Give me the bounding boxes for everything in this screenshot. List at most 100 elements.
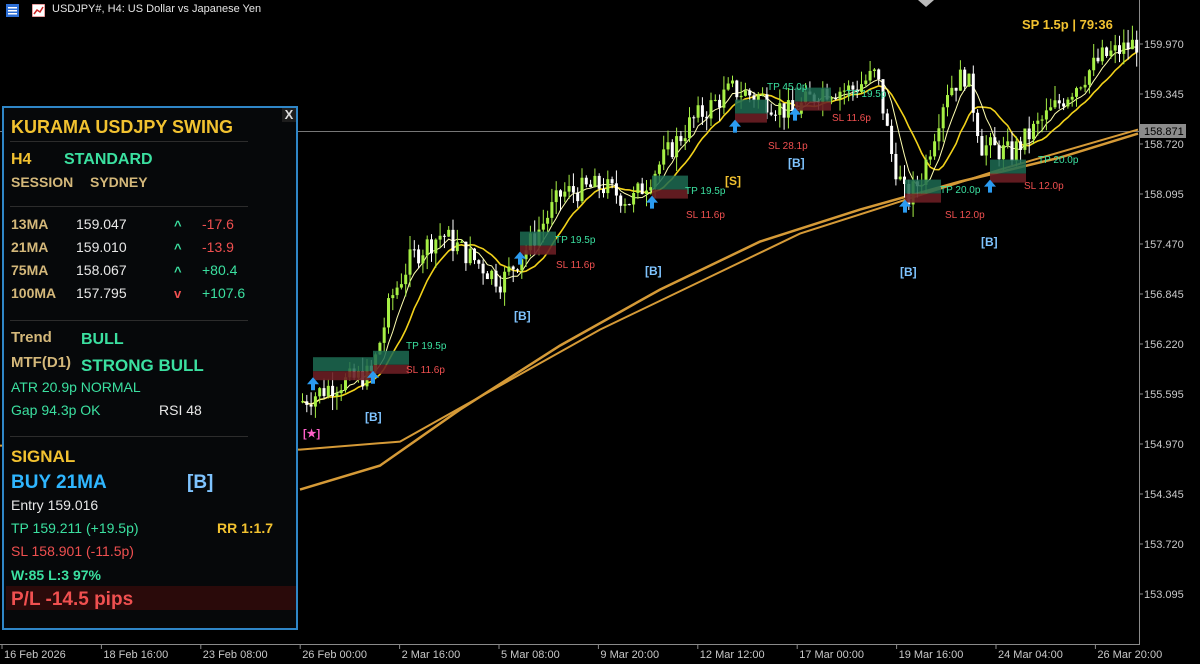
tp-zone (735, 99, 767, 114)
candle-body (1087, 70, 1091, 85)
candle-body (683, 138, 687, 142)
panel-title: KURAMA USDJPY SWING (11, 117, 234, 137)
candle-body (606, 179, 610, 194)
time-tick-label: 26 Mar 20:00 (1097, 649, 1162, 661)
candle-body (503, 271, 507, 293)
candle-body (490, 270, 494, 280)
candle-body (571, 186, 575, 193)
candle-body (954, 87, 958, 91)
candle-body (722, 89, 726, 108)
candle-body (636, 183, 640, 194)
candle-body (301, 401, 304, 403)
candle-body (399, 284, 403, 288)
win-loss-stats: W:85 L:3 97% (11, 567, 101, 583)
candle-body (649, 187, 653, 191)
tp-label: TP 19.5p (555, 235, 596, 246)
sl-zone (735, 113, 767, 123)
sl-label: SL 11.6p (832, 113, 871, 124)
candle-body (1100, 47, 1104, 62)
price-tick-label: 158.095 (1144, 189, 1184, 201)
sl-label: SL 11.6p (406, 365, 445, 376)
sl-label: SL 12.0p (945, 210, 985, 221)
atr-readout: ATR 20.9p NORMAL (11, 379, 141, 395)
candle-body (1036, 120, 1040, 124)
candle-body (864, 80, 868, 85)
candle-body (692, 117, 696, 119)
candle-body (640, 183, 644, 194)
candle-body (645, 190, 648, 194)
candle-body (1075, 88, 1078, 97)
candle-body (1062, 103, 1066, 107)
candle-body (769, 112, 773, 115)
candle-body (868, 70, 872, 81)
ma-value-100: 157.795 (76, 285, 127, 301)
tp-zone (652, 175, 688, 190)
candle-body (675, 136, 679, 158)
ma-delta-21: -13.9 (202, 239, 234, 255)
candle-body (430, 239, 433, 254)
candle-body (498, 286, 502, 293)
chart-window-icon[interactable] (31, 3, 46, 18)
ma-arrow-up-icon: ^ (174, 264, 182, 279)
candle-body (451, 229, 455, 252)
candle-body (619, 195, 623, 206)
candle-body (1096, 57, 1100, 62)
candle-body (421, 255, 425, 264)
price-tick-label: 158.720 (1144, 139, 1184, 151)
candle-body (559, 190, 562, 197)
candle-body (838, 91, 842, 99)
candle-body (1049, 107, 1053, 111)
candle-body (632, 193, 636, 205)
candle-body (395, 287, 399, 296)
candle-body (460, 241, 464, 243)
signal-tag-mark: [B] (981, 235, 998, 249)
chart-menu-icon[interactable] (6, 4, 19, 17)
price-tick-label: 159.345 (1144, 89, 1184, 101)
candle-body (541, 223, 545, 230)
candle-body (958, 69, 962, 91)
price-tick-label: 153.720 (1144, 539, 1184, 551)
mtf-label: MTF(D1) (11, 354, 71, 371)
tp-label: TP 20.0p (1038, 155, 1079, 166)
candle-body (464, 241, 468, 264)
price-tick-label: 157.470 (1144, 239, 1184, 251)
ma-delta-13: -17.6 (202, 216, 234, 232)
candle-body (1066, 99, 1070, 107)
candle-body (1118, 45, 1121, 54)
candle-body (700, 105, 704, 117)
risk-reward: RR 1:1.7 (217, 520, 274, 536)
ma-arrow-up-icon: ^ (174, 241, 182, 256)
ma-delta-100: +107.6 (202, 285, 246, 301)
sl-label: SL 11.6p (686, 210, 725, 221)
sl-price: SL 158.901 (-11.5p) (11, 543, 134, 559)
candle-body (1122, 42, 1126, 54)
candle-body (1105, 47, 1109, 56)
time-tick-label: 18 Feb 16:00 (103, 649, 168, 661)
candle-body (834, 98, 838, 100)
sl-zone (990, 173, 1026, 183)
candle-body (477, 260, 481, 264)
candle-body (1040, 119, 1044, 121)
ma-value-21: 159.010 (76, 239, 127, 255)
candle-body (743, 90, 747, 96)
sl-zone (795, 101, 831, 111)
tp-price: TP 159.211 (+19.5p) (11, 520, 139, 536)
ma-delta-75: +80.4 (202, 262, 238, 278)
candle-body (434, 239, 438, 254)
candle-body (1092, 57, 1096, 71)
candle-body (404, 274, 408, 285)
candle-body (602, 188, 605, 194)
ma-value-13: 159.047 (76, 216, 127, 232)
trend-label: Trend (11, 329, 52, 346)
candle-body (1083, 84, 1087, 88)
time-tick-label: 5 Mar 08:00 (501, 649, 560, 661)
candle-body (623, 204, 627, 206)
candle-body (468, 248, 472, 264)
sl-zone (905, 193, 941, 203)
candle-body (597, 175, 601, 189)
close-icon[interactable]: X (282, 108, 296, 122)
price-tick-label: 155.595 (1144, 389, 1184, 401)
candle-body (1126, 42, 1130, 50)
tp-label: TP 19.5p (685, 186, 726, 197)
candle-body (756, 95, 760, 101)
